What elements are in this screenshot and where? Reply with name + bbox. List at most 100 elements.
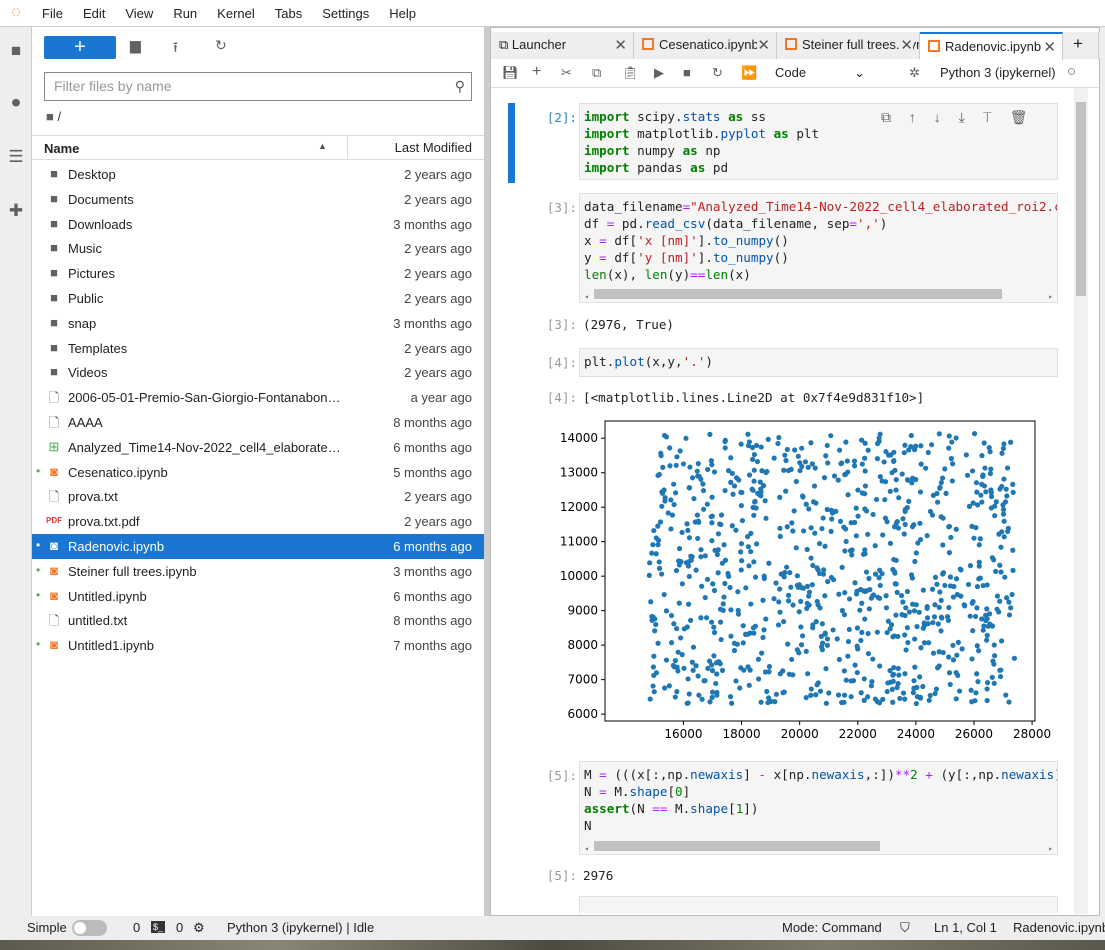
file-row[interactable]: ■ Downloads 3 months ago xyxy=(32,212,484,237)
tab-steiner[interactable]: Steiner full trees.ipynb ✕ xyxy=(777,32,920,59)
file-row[interactable]: • ◙ Steiner full trees.ipynb 3 months ago xyxy=(32,559,484,584)
file-row[interactable]: ⊞ Analyzed_Time14-Nov-2022_cell4_elaborat… xyxy=(32,435,484,460)
file-row[interactable]: ■ Documents 2 years ago xyxy=(32,187,484,212)
code-cell[interactable]: plt.plot(x,y,'.') xyxy=(579,348,1058,377)
file-row[interactable]: ■ Pictures 2 years ago xyxy=(32,261,484,286)
horizontal-scrollbar[interactable]: ◂ ▸ xyxy=(584,288,1053,301)
data-point xyxy=(946,604,952,611)
kernel-name[interactable]: Python 3 (ipykernel) xyxy=(940,65,1056,80)
data-point xyxy=(880,532,886,538)
data-point xyxy=(820,515,826,521)
file-row[interactable]: 🗋︎ untitled.txt 8 months ago xyxy=(32,608,484,633)
close-icon[interactable]: ✕ xyxy=(1043,38,1056,56)
data-point xyxy=(713,660,720,666)
file-modified: 2 years ago xyxy=(404,241,472,257)
data-point xyxy=(937,485,943,491)
new-launcher-button[interactable]: + xyxy=(44,36,116,59)
paste-icon[interactable]: 📋︎ xyxy=(622,65,639,81)
menu-run[interactable]: Run xyxy=(163,6,207,21)
file-row[interactable]: 🗋︎ prova.txt 2 years ago xyxy=(32,484,484,509)
data-point xyxy=(930,650,937,656)
menu-tabs[interactable]: Tabs xyxy=(265,6,312,21)
vertical-scrollbar[interactable] xyxy=(1074,88,1088,914)
extensions-icon[interactable]: ✚ xyxy=(5,201,27,223)
kernel-status[interactable]: Python 3 (ipykernel) | Idle xyxy=(227,920,374,935)
new-folder-icon[interactable]: ▆ xyxy=(130,37,141,54)
data-point xyxy=(690,667,696,673)
running-sessions-icon[interactable]: ⏺ xyxy=(5,93,27,115)
data-point xyxy=(953,576,960,582)
run-icon[interactable]: ▶ xyxy=(654,65,664,81)
kernel-count[interactable]: 0 xyxy=(176,920,183,935)
save-icon[interactable]: 💾︎ xyxy=(502,65,519,81)
close-icon[interactable]: ✕ xyxy=(614,36,627,54)
file-row[interactable]: 🗋︎ AAAA 8 months ago xyxy=(32,410,484,435)
terminal-count[interactable]: 0 xyxy=(133,920,140,935)
menu-file[interactable]: File xyxy=(32,6,73,21)
column-name[interactable]: Name xyxy=(44,141,79,156)
file-row[interactable]: ■ Templates 2 years ago xyxy=(32,336,484,361)
tab-cesenatico[interactable]: Cesenatico.ipynb ✕ xyxy=(634,32,777,59)
menu-kernel[interactable]: Kernel xyxy=(207,6,265,21)
close-icon[interactable]: ✕ xyxy=(757,36,770,54)
breadcrumb[interactable]: ■ / xyxy=(46,109,61,124)
data-point xyxy=(997,598,1003,604)
restart-run-all-icon[interactable]: ⏩ xyxy=(741,65,757,81)
file-row[interactable]: PDF prova.txt.pdf 2 years ago xyxy=(32,509,484,534)
copy-icon[interactable]: ⧉ xyxy=(592,65,601,81)
trusted-shield-icon[interactable]: ⛉ xyxy=(900,920,910,936)
cell-type-select[interactable]: Code ⌄ xyxy=(775,65,865,81)
horizontal-scrollbar[interactable]: ◂ ▸ xyxy=(584,840,1053,853)
data-point xyxy=(971,535,977,541)
file-row[interactable]: • ◙ Untitled.ipynb 6 months ago xyxy=(32,584,484,609)
debugger-icon[interactable]: ✲ xyxy=(909,65,920,81)
cell-actions[interactable]: ⧉ ↑ ↓ ⤓ ⊤ 🗑︎ xyxy=(881,109,1027,126)
menu-view[interactable]: View xyxy=(115,6,163,21)
table-of-contents-icon[interactable]: ☰ xyxy=(5,147,27,169)
tab-radenovic[interactable]: Radenovic.ipynb ✕ xyxy=(920,32,1063,60)
data-point xyxy=(988,489,994,496)
data-point xyxy=(849,552,855,558)
restart-icon[interactable]: ↻ xyxy=(712,65,723,81)
stop-icon[interactable]: ■ xyxy=(683,65,691,80)
data-point xyxy=(795,453,801,459)
file-row[interactable]: ■ Music 2 years ago xyxy=(32,236,484,261)
close-icon[interactable]: ✕ xyxy=(900,36,913,54)
data-point xyxy=(955,639,961,645)
data-point xyxy=(783,564,790,570)
file-row[interactable]: ■ Public 2 years ago xyxy=(32,286,484,311)
refresh-icon[interactable]: ↻ xyxy=(215,37,227,54)
cut-icon[interactable]: ✂ xyxy=(561,65,572,81)
new-tab-button[interactable]: + xyxy=(1063,32,1099,59)
y-tick-label: 8000 xyxy=(567,638,598,652)
code-cell[interactable]: data_filename="Analyzed_Time14-Nov-2022_… xyxy=(579,193,1058,303)
data-point xyxy=(675,649,681,655)
folder-icon[interactable]: ■ xyxy=(5,41,27,63)
add-cell-icon[interactable]: + xyxy=(532,63,541,81)
simple-mode-toggle[interactable] xyxy=(72,920,107,936)
file-row[interactable]: ■ snap 3 months ago xyxy=(32,311,484,336)
file-row[interactable]: • ◙ Radenovic.ipynb 6 months ago xyxy=(32,533,484,559)
menu-edit[interactable]: Edit xyxy=(73,6,115,21)
filter-input[interactable]: Filter files by name ⚲ xyxy=(44,72,472,101)
file-row[interactable]: • ◙ Untitled1.ipynb 7 months ago xyxy=(32,633,484,658)
column-last-modified[interactable]: Last Modified xyxy=(347,136,484,159)
data-point xyxy=(669,512,676,518)
code-cell[interactable] xyxy=(579,896,1058,913)
menu-settings[interactable]: Settings xyxy=(312,6,379,21)
upload-icon[interactable]: ⭱ xyxy=(173,37,178,61)
file-name: Cesenatico.ipynb xyxy=(68,464,168,480)
data-point xyxy=(834,636,840,642)
file-row[interactable]: • ◙ Cesenatico.ipynb 5 months ago xyxy=(32,460,484,485)
file-row[interactable]: ■ Desktop 2 years ago xyxy=(32,162,484,187)
data-point xyxy=(761,575,767,582)
file-row[interactable]: 🗋︎ 2006-05-01-Premio-San-Giorgio-Fontanab… xyxy=(32,385,484,410)
data-point xyxy=(657,519,664,525)
data-point xyxy=(826,690,832,696)
data-point xyxy=(895,681,901,687)
code-cell[interactable]: M = (((x[:,np.newaxis] - x[np.newaxis,:]… xyxy=(579,761,1058,855)
cursor-position[interactable]: Ln 1, Col 1 xyxy=(934,920,997,935)
file-row[interactable]: ■ Videos 2 years ago xyxy=(32,360,484,385)
tab-launcher[interactable]: ⧉ Launcher ✕ xyxy=(491,32,634,59)
menu-help[interactable]: Help xyxy=(379,6,426,21)
